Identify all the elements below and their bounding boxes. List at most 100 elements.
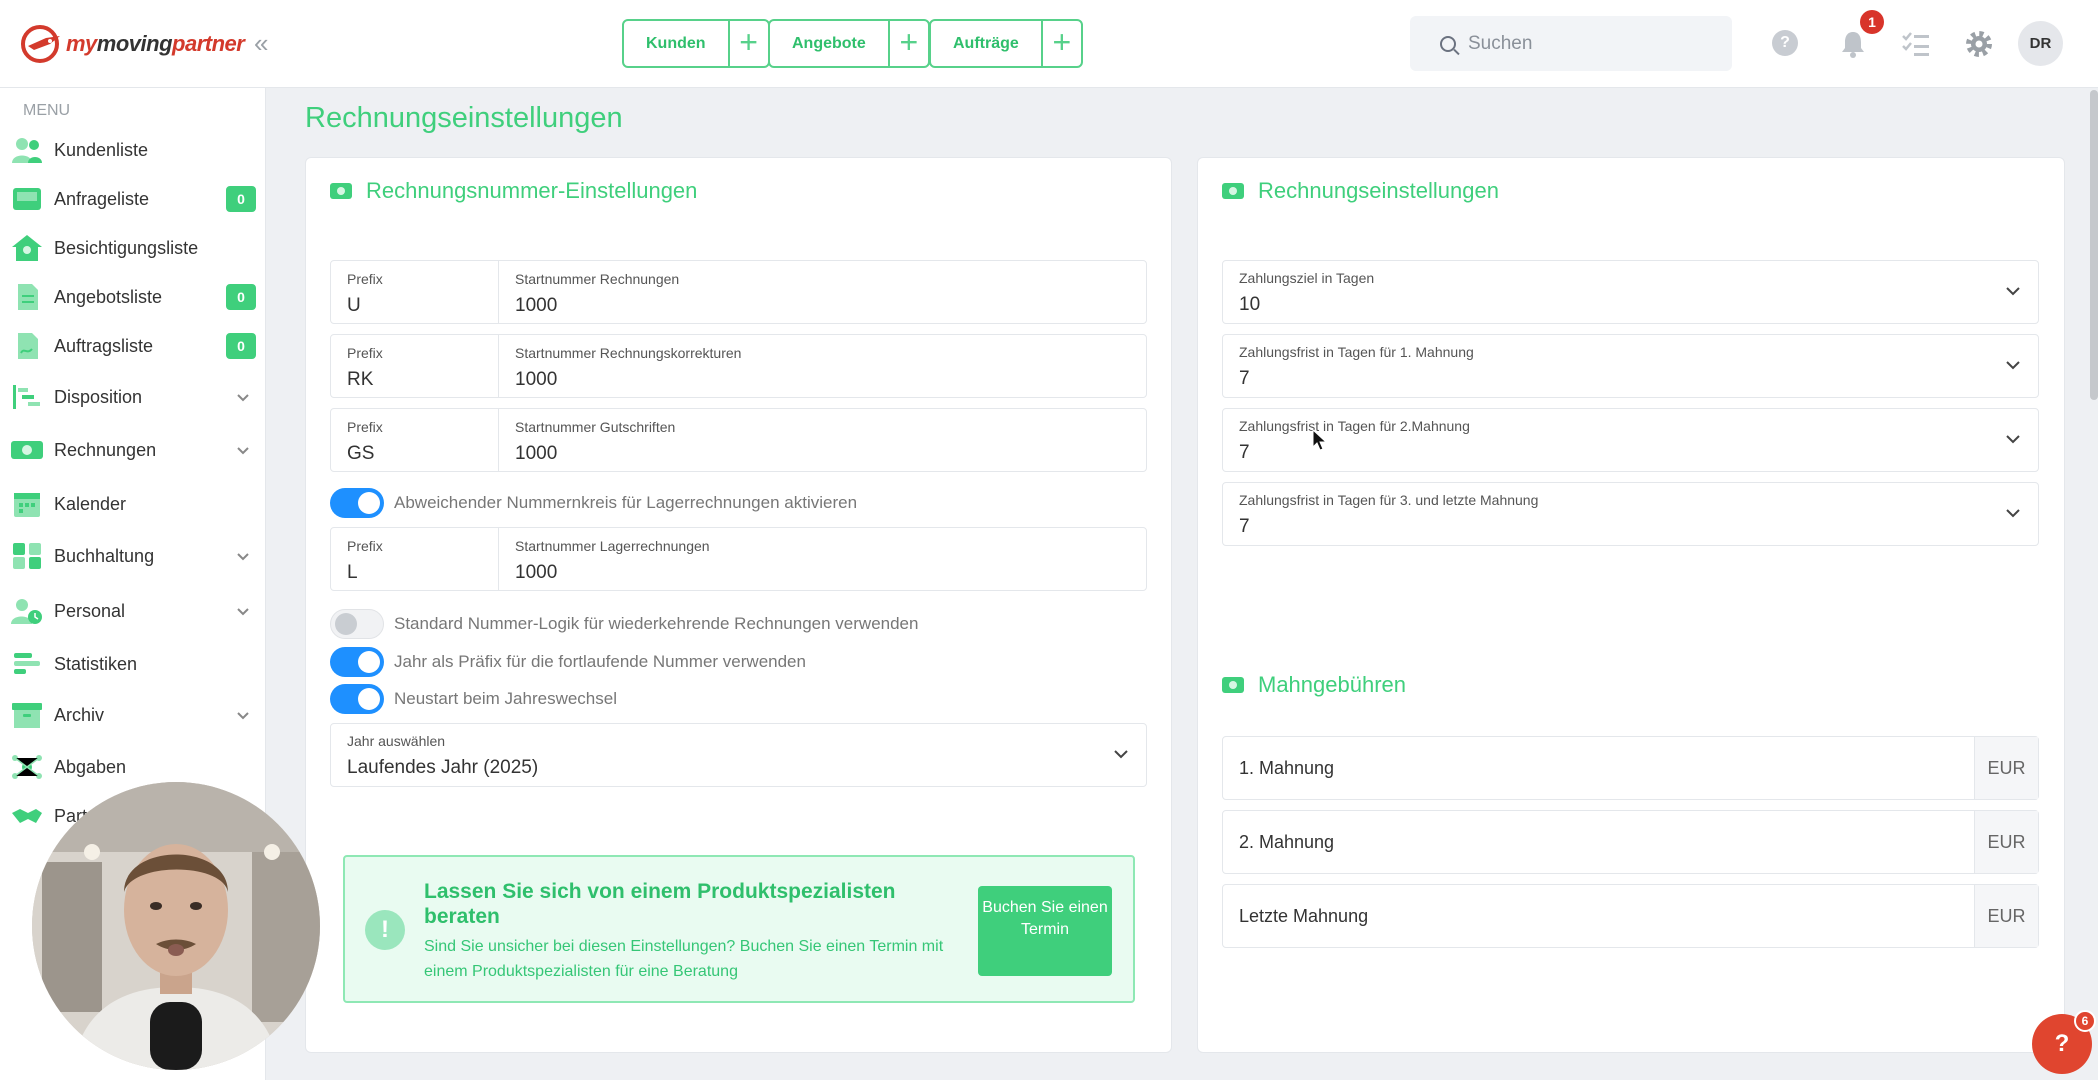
add-auftrag-button[interactable]: + (1040, 21, 1081, 66)
logo-text: mymovingpartner (66, 31, 245, 56)
auftraege-link[interactable]: Aufträge (931, 21, 1041, 66)
sidebar-item-label: Disposition (54, 386, 143, 407)
prefix-field[interactable]: Prefix GS (331, 409, 498, 471)
house-icon (12, 235, 42, 261)
fees-heading: Mahngebühren (1222, 672, 1406, 698)
task-list-icon[interactable] (1900, 28, 1932, 60)
toggle-label: Neustart beim Jahreswechsel (394, 689, 617, 708)
notification-badge: 1 (1860, 10, 1884, 34)
start-number-field[interactable]: Startnummer Lagerrechnungen 1000 (498, 528, 1146, 590)
logo-mark-icon (21, 25, 60, 63)
sidebar-item-disposition[interactable]: Disposition (10, 377, 256, 417)
credit-note-number-row: Prefix GS Startnummer Gutschriften 1000 (330, 408, 1147, 472)
sidebar-item-archiv[interactable]: Archiv (10, 695, 256, 735)
sidebar-item-besichtigungsliste[interactable]: Besichtigungsliste (10, 228, 256, 268)
start-number-field[interactable]: Startnummer Rechnungskorrekturen 1000 (498, 335, 1146, 397)
sidebar-item-label: Angebotsliste (54, 286, 163, 307)
prefix-field[interactable]: Prefix L (331, 528, 498, 590)
chevron-down-icon (1114, 750, 1128, 759)
year-prefix-toggle[interactable] (330, 647, 384, 677)
search-box (1410, 16, 1732, 71)
reminder-final-term-select[interactable]: Zahlungsfrist in Tagen für 3. und letzte… (1222, 482, 2039, 546)
scrollbar[interactable] (2090, 90, 2098, 400)
chevron-down-icon[interactable] (236, 549, 250, 563)
reminder-2-term-select[interactable]: Zahlungsfrist in Tagen für 2.Mahnung 7 (1222, 408, 2039, 472)
calendar-icon (14, 493, 40, 517)
bell-icon[interactable] (1837, 28, 1869, 60)
storage-number-row: Prefix L Startnummer Lagerrechnungen 100… (330, 527, 1147, 591)
consult-text: Sind Sie unsicher bei diesen Einstellung… (424, 938, 944, 980)
add-angebot-button[interactable]: + (887, 21, 928, 66)
collapse-sidebar-icon[interactable]: « (254, 28, 268, 59)
sidebar-item-angebotsliste[interactable]: Angebotsliste 0 (10, 277, 256, 317)
invoice-number-row: Prefix U Startnummer Rechnungen 1000 (330, 260, 1147, 324)
sidebar-item-auftragsliste[interactable]: Auftragsliste 0 (10, 326, 256, 366)
reminder-1-term-select[interactable]: Zahlungsfrist in Tagen für 1. Mahnung 7 (1222, 334, 2039, 398)
menu-title: MENU (23, 102, 71, 119)
contract-icon (18, 333, 38, 359)
toggle-label: Jahr als Präfix für die fortlaufende Num… (394, 652, 806, 671)
sidebar-item-label: Personal (54, 600, 126, 621)
logo[interactable]: mymovingpartner (20, 20, 245, 68)
settings-gear-icon[interactable] (1963, 28, 1995, 60)
sidebar-item-rechnungen[interactable]: Rechnungen (10, 430, 256, 470)
prefix-field[interactable]: Prefix RK (331, 335, 498, 397)
chevron-down-icon[interactable] (236, 708, 250, 722)
add-kunde-button[interactable]: + (727, 21, 768, 66)
right-card-title: Rechnungseinstellungen (1258, 178, 1499, 203)
sidebar-item-label: Archiv (54, 704, 105, 725)
money-icon (330, 183, 352, 199)
currency-label: EUR (1974, 737, 2038, 799)
search-icon (1440, 35, 1456, 52)
chevron-down-icon (2006, 287, 2020, 296)
chevron-down-icon (2006, 361, 2020, 370)
year-restart-toggle[interactable] (330, 684, 384, 714)
sidebar-item-personal[interactable]: Personal (10, 591, 256, 631)
year-select[interactable]: Jahr auswählen Laufendes Jahr (2025) (330, 723, 1147, 787)
chevron-down-icon (2006, 509, 2020, 518)
sidebar-item-label: Besichtigungsliste (54, 237, 199, 258)
angebote-link[interactable]: Angebote (770, 21, 888, 66)
year-restart-toggle-row: Neustart beim Jahreswechsel (330, 684, 617, 714)
search-input[interactable] (1468, 32, 1708, 55)
sidebar-item-statistiken[interactable]: Statistiken (10, 644, 256, 684)
prefix-field[interactable]: Prefix U (331, 261, 498, 323)
chevron-down-icon[interactable] (236, 604, 250, 618)
quick-auftraege: Aufträge + (929, 19, 1083, 68)
gantt-icon (13, 385, 40, 409)
mouse-cursor-icon (1312, 429, 1328, 451)
storage-numbering-toggle[interactable] (330, 488, 384, 518)
fee-input[interactable]: Letzte Mahnung (1223, 885, 1974, 947)
consult-title: Lassen Sie sich von einem Produktspezial… (424, 880, 896, 928)
recurring-logic-toggle[interactable] (330, 609, 384, 639)
start-number-field[interactable]: Startnummer Rechnungen 1000 (498, 261, 1146, 323)
kunden-link[interactable]: Kunden (624, 21, 728, 66)
start-number-field[interactable]: Startnummer Gutschriften 1000 (498, 409, 1146, 471)
count-badge: 0 (226, 333, 256, 359)
presenter-video-image (32, 782, 320, 1070)
bar-chart-icon (14, 653, 40, 674)
chevron-down-icon[interactable] (236, 390, 250, 404)
sidebar-item-abgaben[interactable]: Abgaben (10, 747, 256, 787)
archive-icon (12, 703, 42, 728)
fee-row-reminder-2: 2. Mahnung EUR (1222, 810, 2039, 874)
payment-term-select[interactable]: Zahlungsziel in Tagen 10 (1222, 260, 2039, 324)
book-appointment-button[interactable]: Buchen Sie einen Termin (978, 886, 1112, 976)
storage-numbering-toggle-row: Abweichender Nummernkreis für Lagerrechn… (330, 488, 857, 518)
quick-angebote: Angebote + (768, 19, 930, 68)
sidebar-item-anfrageliste[interactable]: Anfrageliste 0 (10, 179, 256, 219)
correction-number-row: Prefix RK Startnummer Rechnungskorrektur… (330, 334, 1147, 398)
sidebar-item-kalender[interactable]: Kalender (10, 484, 256, 524)
calculator-icon (13, 543, 41, 569)
avatar[interactable]: DR (2018, 21, 2063, 66)
help-icon[interactable]: ? (1772, 30, 1798, 56)
fee-input[interactable]: 1. Mahnung (1223, 737, 1974, 799)
staff-clock-icon (11, 599, 42, 624)
money-icon (11, 441, 43, 459)
chevron-down-icon[interactable] (236, 443, 250, 457)
sidebar-item-label: Statistiken (54, 653, 138, 674)
sidebar-item-buchhaltung[interactable]: Buchhaltung (10, 536, 256, 576)
fee-input[interactable]: 2. Mahnung (1223, 811, 1974, 873)
users-icon (12, 138, 42, 163)
sidebar-item-kundenliste[interactable]: Kundenliste (10, 130, 256, 170)
